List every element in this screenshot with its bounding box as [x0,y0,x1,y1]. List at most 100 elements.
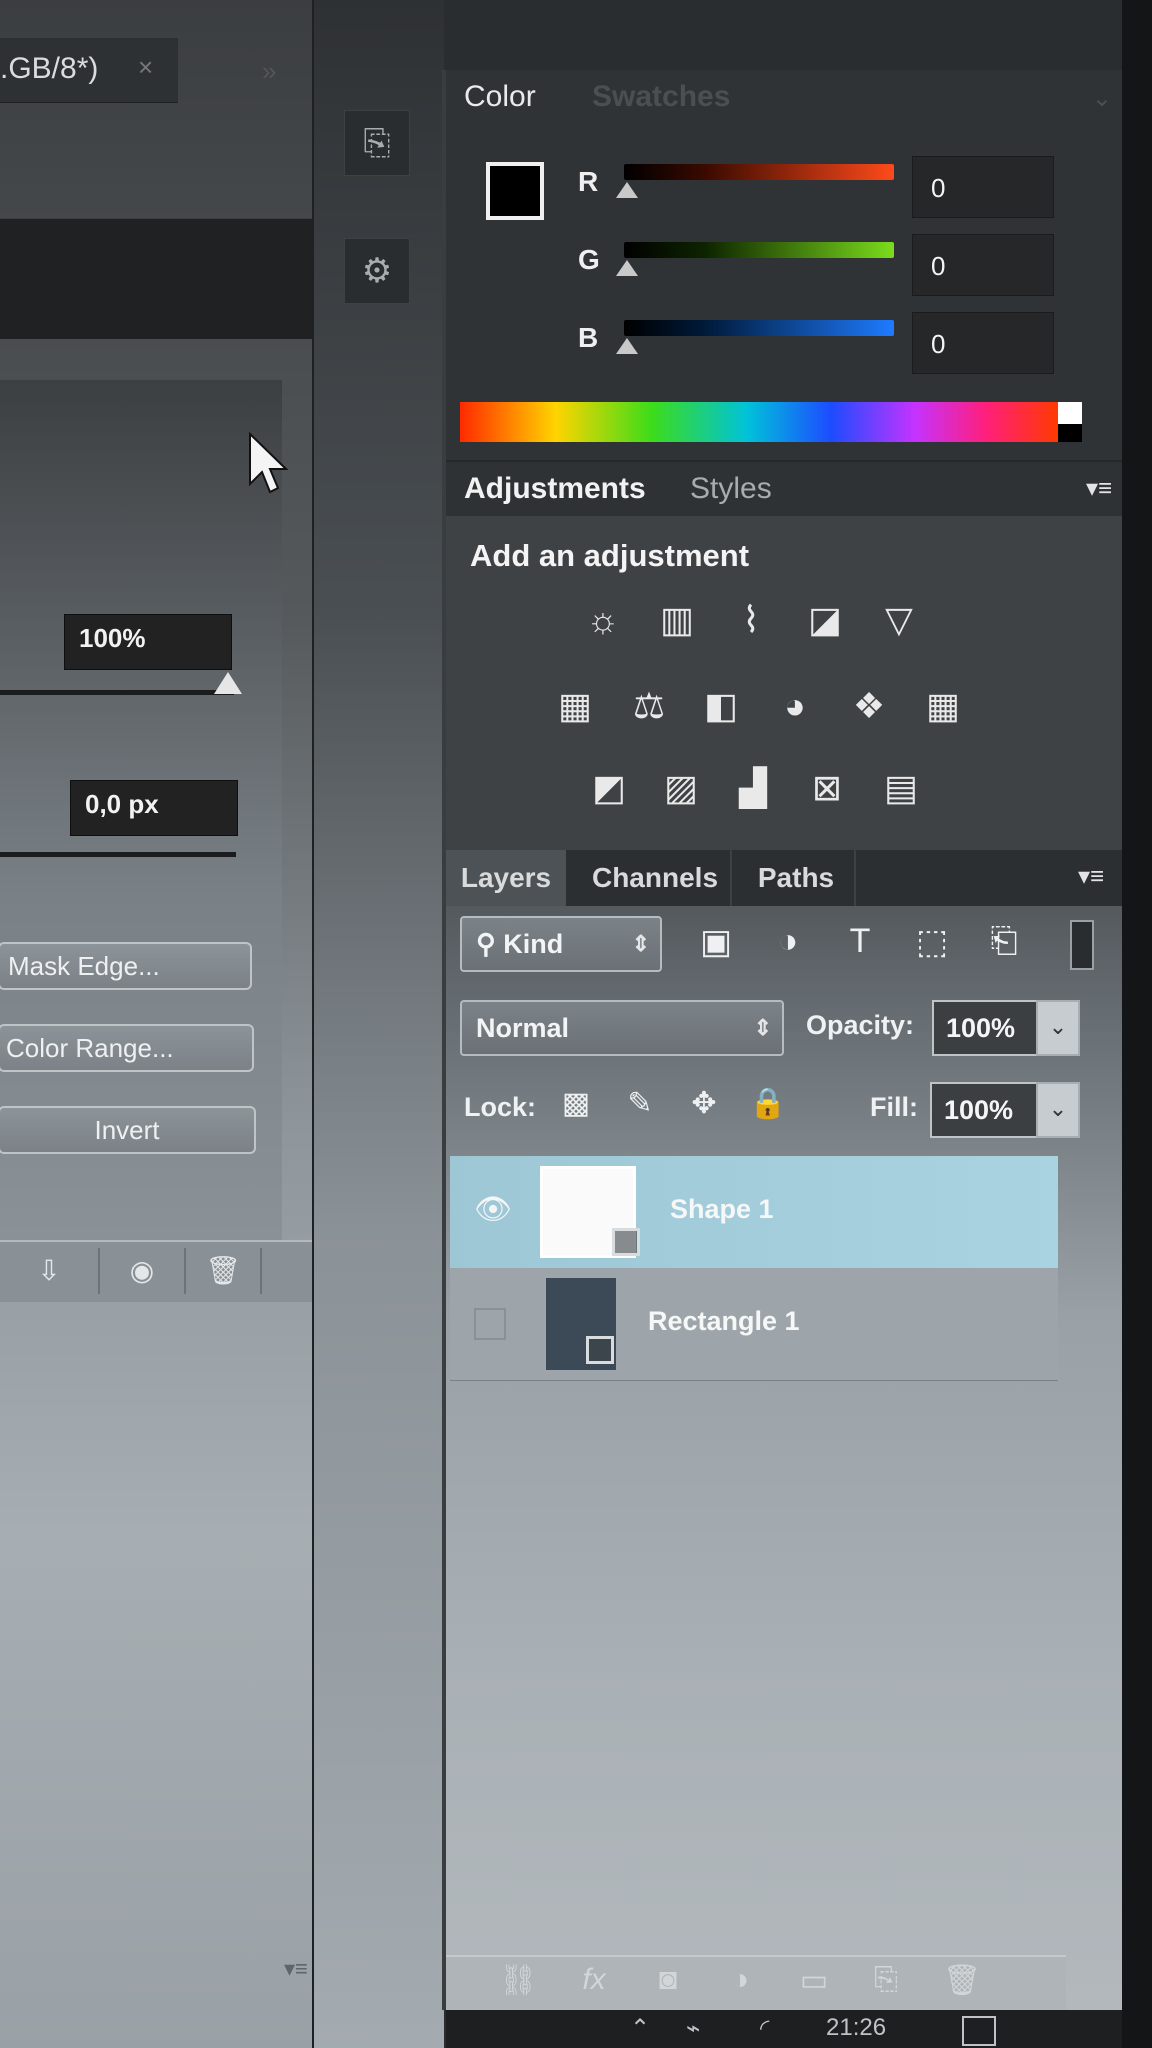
panel-menu-icon[interactable]: ▾≡ [1078,862,1104,891]
tab-channels[interactable]: Channels [580,850,732,906]
filter-toggle[interactable] [1070,920,1094,970]
smart-object-filter-icon[interactable]: ⎗ [982,922,1026,961]
density-slider[interactable] [0,690,234,695]
curves-icon[interactable]: ⌇ [726,598,776,642]
tab-color[interactable]: Color [464,80,536,114]
tab-paths[interactable]: Paths [738,850,856,906]
blend-mode-dropdown[interactable]: Normal ⇕ [460,1000,784,1056]
vector-shape-icon [612,1228,640,1256]
clock-time[interactable]: 21:26 [826,2014,886,2042]
layer-name[interactable]: Rectangle 1 [648,1306,800,1337]
color-balance-icon[interactable]: ⚖ [624,684,674,728]
layer-name[interactable]: Shape 1 [670,1194,774,1225]
new-layer-icon[interactable]: ⎘ [864,1963,908,1997]
type-filter-icon[interactable]: T [838,922,882,961]
color-lookup-icon[interactable]: ▦ [918,684,968,728]
blue-value-field[interactable]: 0 [912,312,1054,374]
brightness-contrast-icon[interactable]: ☼ [578,598,628,642]
fx-icon[interactable]: fx [572,1963,616,1997]
pixel-filter-icon[interactable]: ▣ [694,922,738,962]
fill-dropdown-button[interactable]: ⌄ [1036,1082,1080,1138]
chevron-down-icon[interactable]: ⌄ [1092,84,1112,113]
tab-layers-label: Layers [460,862,552,893]
filter-kind-dropdown[interactable]: ⚲ Kind ⇕ [460,916,662,972]
threshold-icon[interactable]: ▟ [728,766,778,810]
green-slider[interactable] [624,242,894,258]
color-range-button[interactable]: Color Range... [0,1024,254,1072]
trash-icon[interactable]: 🗑 [940,1963,984,1998]
red-slider[interactable] [624,164,894,180]
red-slider-thumb[interactable] [616,182,638,198]
folder-icon[interactable]: ▭ [792,1963,836,1998]
invert-button[interactable]: Invert [0,1106,256,1154]
green-slider-thumb[interactable] [616,260,638,276]
invert-label: Invert [94,1114,160,1145]
tab-layers[interactable]: Layers [446,850,566,906]
levels-icon[interactable]: ▥ [652,598,702,642]
red-value-field[interactable]: 0 [912,156,1054,218]
blue-slider-thumb[interactable] [616,338,638,354]
tab-swatches[interactable]: Swatches [592,80,730,114]
black-swatch[interactable] [1058,424,1082,442]
hue-saturation-icon[interactable]: ▦ [550,684,600,728]
photo-filter-icon[interactable]: ◕ [770,684,820,728]
density-field[interactable]: 100% [64,614,232,670]
feather-slider[interactable] [0,852,236,857]
trash-icon[interactable]: 🗑 [186,1248,262,1294]
load-selection-icon[interactable]: ⇩ [0,1248,100,1294]
chevron-up-icon[interactable]: ⌃ [630,2014,650,2043]
close-icon[interactable]: × [138,52,153,83]
lock-transparency-icon[interactable]: ▩ [554,1086,598,1121]
tab-styles[interactable]: Styles [690,472,772,506]
panel-menu-icon[interactable]: ▾≡ [1086,474,1112,503]
white-swatch[interactable] [1058,402,1082,424]
mask-edge-button[interactable]: Mask Edge... [0,942,252,990]
adjustment-filter-icon[interactable]: ◑ [766,922,810,961]
panel-collapse-icon[interactable]: » [262,56,276,87]
shape-filter-icon[interactable]: ⬚ [910,922,954,962]
green-label: G [578,244,600,275]
document-tab[interactable]: .GB/8*) × [0,38,178,103]
opacity-dropdown-button[interactable]: ⌄ [1036,1000,1080,1056]
feather-field[interactable]: 0,0 px [70,780,238,836]
mask-icon[interactable]: ◙ [646,1963,690,1997]
history-icon[interactable]: ⎘ [344,110,410,176]
foreground-color-swatch[interactable] [486,162,544,220]
lock-image-icon[interactable]: ✎ [618,1086,662,1121]
color-spectrum-ramp[interactable] [460,402,1058,442]
posterize-icon[interactable]: ▨ [656,766,706,810]
color-range-label: Color Range... [6,1032,174,1063]
density-slider-thumb[interactable] [214,672,242,694]
vibrance-icon[interactable]: ▽ [874,598,924,642]
green-value-field[interactable]: 0 [912,234,1054,296]
invert-adjustment-icon[interactable]: ◩ [584,766,634,810]
layer-row[interactable]: Rectangle 1 [450,1268,1058,1381]
dropdown-arrows-icon: ⇕ [753,1015,772,1040]
notification-icon[interactable] [962,2016,996,2046]
monitor-bezel [1122,0,1152,2048]
fill-field[interactable]: 100% [930,1082,1038,1138]
eye-icon[interactable]: 👁 [474,1192,512,1228]
black-white-icon[interactable]: ◧ [696,684,746,728]
properties-icon[interactable]: ⚙ [344,238,410,304]
opacity-field[interactable]: 100% [932,1000,1038,1056]
visibility-icon[interactable]: ◉ [100,1248,186,1294]
dropdown-arrows-icon: ⇕ [631,931,650,956]
system-taskbar: ⌃ ⌁ ◜ 21:26 [446,2010,1152,2048]
visibility-toggle[interactable] [474,1308,506,1340]
properties-bottom-menu-icon[interactable]: ▾≡ [284,1956,308,1982]
exposure-icon[interactable]: ◪ [800,598,850,642]
blue-slider[interactable] [624,320,894,336]
adjustment-icon[interactable]: ◑ [718,1963,762,1997]
properties-panel-header [0,218,312,339]
lock-position-icon[interactable]: ✥ [682,1086,726,1121]
gradient-map-icon[interactable]: ▤ [876,766,926,810]
link-icon[interactable]: ⛓ [496,1963,540,1998]
selective-color-icon[interactable]: ⊠ [802,766,852,810]
layer-row[interactable]: 👁 Shape 1 [450,1156,1058,1269]
channel-mixer-icon[interactable]: ❖ [844,684,894,728]
wifi-icon[interactable]: ◜ [760,2014,769,2043]
tab-adjustments[interactable]: Adjustments [464,472,646,506]
lock-all-icon[interactable]: 🔒 [746,1086,790,1121]
power-icon[interactable]: ⌁ [686,2014,700,2043]
